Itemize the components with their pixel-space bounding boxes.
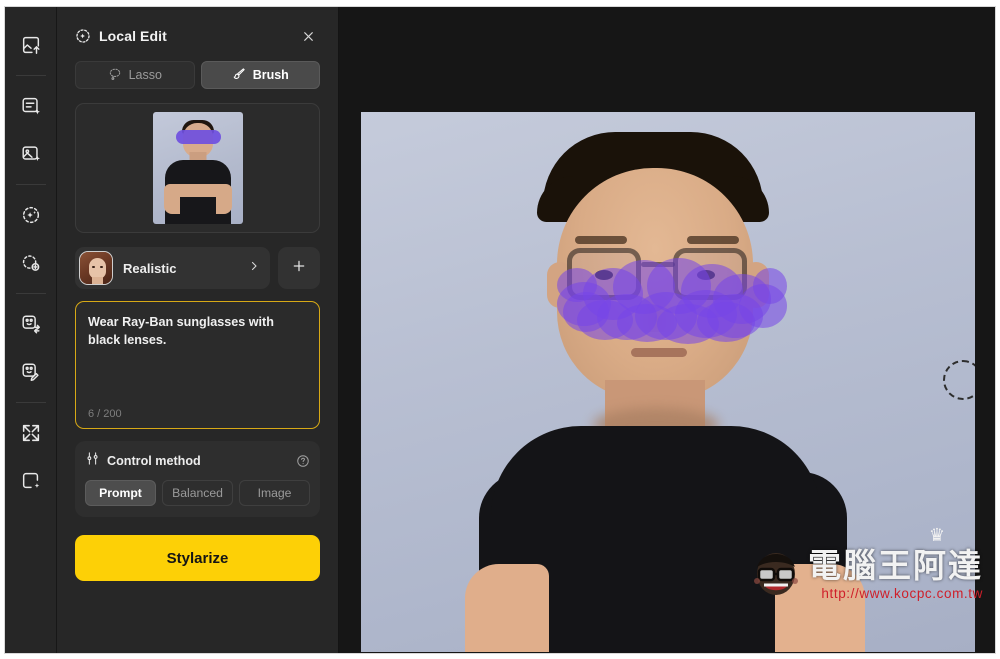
app-window: Local Edit Lasso Brush Realistic Wear Ra… — [4, 6, 996, 654]
sidebar-item-face-edit[interactable] — [11, 352, 51, 392]
prompt-character-counter: 6 / 200 — [88, 408, 122, 420]
subject-mouth — [631, 348, 687, 357]
subject-nose — [639, 288, 675, 332]
subject-arm-right — [775, 564, 865, 652]
brush-icon — [232, 67, 246, 84]
control-method-options: Prompt Balanced Image — [85, 480, 310, 506]
control-option-balanced[interactable]: Balanced — [162, 480, 233, 506]
close-panel-button[interactable] — [296, 24, 320, 48]
style-selector-row: Realistic — [75, 247, 320, 289]
face-swap-icon — [20, 313, 42, 335]
chevron-right-icon — [248, 259, 260, 278]
rail-divider — [15, 184, 46, 185]
expand-arrows-icon — [20, 422, 42, 444]
tool-lasso-label: Lasso — [128, 68, 162, 82]
stylarize-button[interactable]: Stylarize — [75, 535, 320, 581]
brush-cursor — [943, 360, 975, 400]
control-method-header: Control method — [85, 451, 310, 471]
sidebar-item-local-edit[interactable] — [11, 243, 51, 283]
sidebar-item-text-to-image[interactable] — [11, 86, 51, 126]
rail-divider — [15, 293, 46, 294]
style-name-label: Realistic — [123, 260, 177, 276]
sidebar-item-face-swap[interactable] — [11, 304, 51, 344]
face-edit-icon — [20, 361, 42, 383]
sliders-icon — [85, 451, 100, 471]
style-avatar — [79, 251, 113, 285]
object-select-icon — [20, 252, 42, 274]
prompt-text: Wear Ray-Ban sunglasses with black lense… — [88, 315, 278, 348]
style-selector[interactable]: Realistic — [75, 247, 270, 289]
rail-divider — [15, 402, 46, 403]
sidebar-item-expand-canvas[interactable] — [11, 461, 51, 501]
control-option-image[interactable]: Image — [239, 480, 310, 506]
add-style-button[interactable] — [278, 247, 320, 289]
subject-brow-left — [575, 236, 627, 244]
subject-arm-left — [465, 564, 549, 652]
magic-sparkle-circle-icon — [20, 204, 42, 226]
expand-canvas-icon — [20, 470, 42, 492]
thumb-forearms — [168, 184, 227, 197]
text-to-image-icon — [20, 95, 42, 117]
tool-rail — [5, 7, 57, 653]
control-method-card: Control method Prompt Balanced Image — [75, 441, 320, 517]
sidebar-item-upscale[interactable] — [11, 413, 51, 453]
panel-header: Local Edit — [75, 7, 320, 59]
control-option-prompt[interactable]: Prompt — [85, 480, 156, 506]
thumb-mask-overlay — [175, 130, 221, 144]
rail-divider — [15, 75, 46, 76]
sidebar-item-image-upload[interactable] — [11, 25, 51, 65]
control-method-title: Control method — [107, 454, 201, 468]
image-to-image-icon — [20, 143, 42, 165]
page-title: Local Edit — [99, 28, 167, 44]
local-edit-panel: Local Edit Lasso Brush Realistic Wear Ra… — [57, 7, 339, 653]
help-circle-icon[interactable] — [296, 454, 310, 468]
sidebar-item-magic-enhance[interactable] — [11, 195, 51, 235]
lasso-icon — [108, 67, 122, 84]
sidebar-item-image-to-image[interactable] — [11, 134, 51, 174]
local-edit-sparkle-icon — [75, 28, 91, 44]
image-upload-icon — [20, 34, 42, 56]
prompt-input[interactable]: Wear Ray-Ban sunglasses with black lense… — [75, 301, 320, 429]
app-root: Local Edit Lasso Brush Realistic Wear Ra… — [0, 0, 1000, 659]
source-image-thumbnail — [152, 112, 243, 224]
selection-tool-toggle: Lasso Brush — [75, 61, 320, 89]
source-image-card[interactable] — [75, 103, 320, 233]
tool-brush-button[interactable]: Brush — [200, 61, 320, 89]
tool-lasso-button[interactable]: Lasso — [75, 61, 195, 89]
plus-icon — [291, 258, 307, 279]
tool-brush-label: Brush — [252, 68, 289, 82]
edited-photo[interactable] — [361, 112, 975, 652]
image-canvas[interactable]: 電腦王阿達 http://www.kocpc.com.tw ♛ — [339, 7, 995, 653]
subject-brow-right — [687, 236, 739, 244]
